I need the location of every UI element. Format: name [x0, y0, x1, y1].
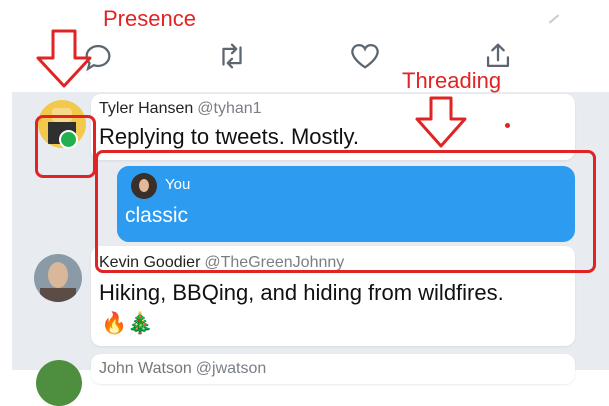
retweet-button[interactable] — [212, 36, 252, 76]
tweet-card[interactable]: John Watson @jwatson — [91, 354, 575, 384]
heart-icon — [351, 44, 379, 69]
author-name[interactable]: Tyler Hansen — [99, 100, 193, 117]
threading-annotation-label: Threading — [402, 68, 502, 93]
presence-highlight-box — [35, 115, 96, 178]
tweet-emoji: 🔥🎄 — [101, 312, 154, 335]
tweet-text: Hiking, BBQing, and hiding from wildfire… — [99, 280, 504, 305]
top-edge-mark — [548, 14, 560, 24]
presence-annotation-label: Presence — [103, 6, 196, 31]
avatar[interactable] — [34, 254, 82, 302]
presence-arrow-icon — [36, 29, 92, 88]
author-handle[interactable]: @tyhan1 — [197, 100, 261, 117]
retweet-icon — [222, 43, 242, 69]
avatar[interactable] — [36, 360, 82, 406]
author-name[interactable]: John Watson — [99, 360, 192, 377]
tweet-text: Replying to tweets. Mostly. — [99, 124, 360, 149]
annotation-dot — [505, 123, 510, 128]
threading-highlight-box — [95, 150, 596, 273]
threading-arrow-icon — [415, 96, 467, 148]
like-button[interactable] — [345, 36, 385, 76]
author-handle[interactable]: @jwatson — [196, 360, 267, 377]
